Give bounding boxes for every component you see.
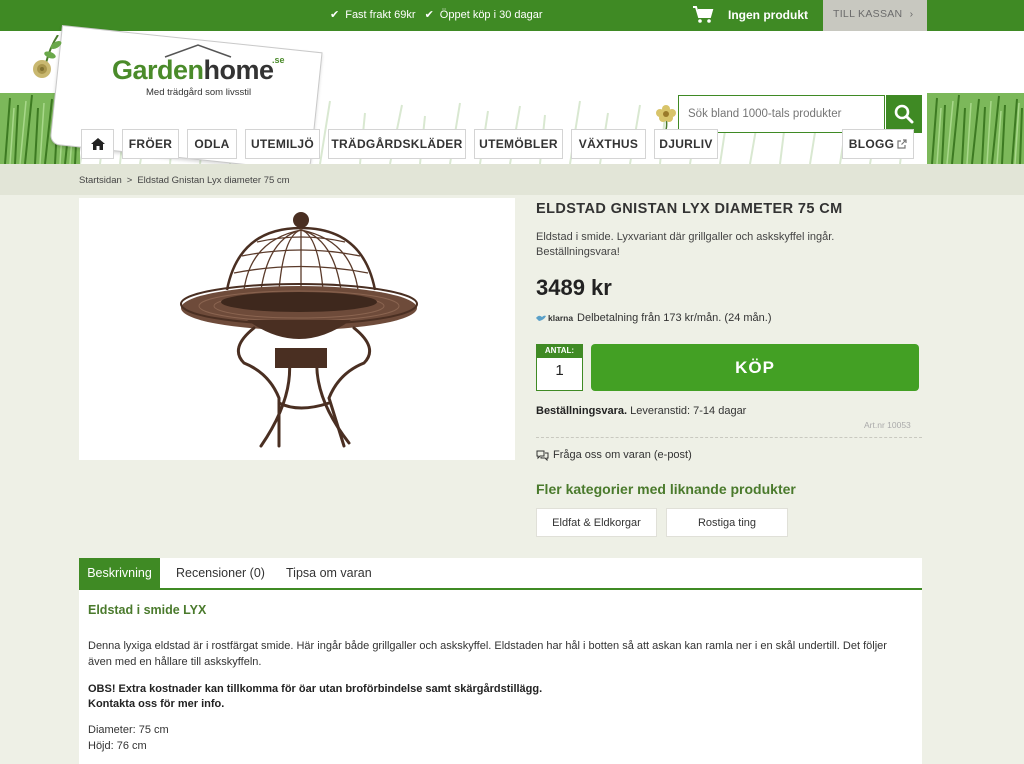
dimension-height: Höjd: 76 cm: [88, 740, 147, 752]
home-icon: [90, 138, 105, 150]
nav-item-utemiljo[interactable]: UTEMILJÖ: [245, 129, 320, 159]
buy-button[interactable]: KÖP: [591, 344, 919, 391]
category-tag-rostiga[interactable]: Rostiga ting: [666, 508, 788, 537]
dimension-diameter: Diameter: 75 cm: [88, 724, 169, 736]
notice-line-2: Kontakta oss för mer info.: [88, 698, 225, 710]
cart-label: Ingen produkt: [728, 8, 808, 22]
tab-tipsa[interactable]: Tipsa om varan: [286, 558, 372, 588]
nav-item-tradgardsklader[interactable]: TRÄDGÅRDSKLÄDER: [328, 129, 466, 159]
product-title: ELDSTAD GNISTAN LYX DIAMETER 75 CM: [536, 201, 843, 217]
product-description: Eldstad i smide. Lyxvariant där grillgal…: [536, 231, 835, 258]
ask-label: Fråga oss om varan (e-post): [553, 449, 692, 461]
nav-item-djurliv[interactable]: DJURLIV: [654, 129, 718, 159]
nav-item-odla[interactable]: ODLA: [187, 129, 237, 159]
breadcrumb-home[interactable]: Startsidan: [79, 175, 122, 186]
tab-beskrivning[interactable]: Beskrivning: [79, 558, 160, 588]
breadcrumb-separator: >: [126, 175, 133, 186]
nav-item-vaxthus[interactable]: VÄXTHUS: [571, 129, 646, 159]
top-bar: ✔ Fast frakt 69kr ✔ Öppet köp i 30 dagar I…: [0, 0, 1024, 31]
chat-bubbles-icon: [536, 450, 549, 461]
nav-home[interactable]: [81, 129, 114, 159]
fire-pit-image: [180, 212, 418, 448]
search-icon: [894, 104, 914, 124]
breadcrumb-current: Eldstad Gnistan Lyx diameter 75 cm: [137, 175, 290, 186]
search-button[interactable]: [886, 95, 922, 133]
logo[interactable]: Gardenhome: [112, 55, 274, 86]
usp-shipping: Fast frakt 69kr: [345, 9, 416, 21]
stock-status: Beställningsvara. Leveranstid: 7-14 daga…: [536, 405, 746, 417]
external-link-icon: [897, 139, 907, 149]
logo-suffix: .se: [272, 55, 285, 65]
stock-status-bold: Beställningsvara.: [536, 405, 628, 417]
tab-underline: [79, 588, 922, 590]
article-number: Art.nr 10053: [864, 420, 911, 430]
breadcrumb: Startsidan > Eldstad Gnistan Lyx diameter …: [79, 175, 290, 186]
checkmark-icon: ✔: [424, 9, 434, 21]
quantity-label: ANTAL:: [536, 344, 583, 358]
checkmark-icon: ✔: [330, 9, 340, 21]
description-paragraph: Denna lyxiga eldstad är i rostfärgat smi…: [88, 640, 887, 668]
klarna-text: Delbetalning från 173 kr/mån. (24 mån.): [577, 312, 772, 324]
cart-icon: [693, 6, 714, 23]
rose-decoration-icon: [33, 35, 62, 78]
chevron-right-icon: ›: [909, 8, 914, 20]
nav-item-utemobler[interactable]: UTEMÖBLER: [474, 129, 563, 159]
usp-return: Öppet köp i 30 dagar: [439, 9, 543, 21]
notice-line-1: OBS! Extra kostnader kan tillkomma för ö…: [88, 683, 543, 695]
checkout-button[interactable]: TILL KASSAN ›: [823, 0, 927, 31]
delivery-time: Leveranstid: 7-14 dagar: [630, 405, 747, 417]
search-input[interactable]: [678, 95, 885, 133]
nav-item-blogg[interactable]: BLOGG: [842, 129, 914, 159]
quantity-value[interactable]: 1: [536, 362, 583, 379]
logo-tagline: Med trädgård som livsstil: [146, 87, 252, 98]
klarna-bird-icon: [536, 315, 546, 321]
product-image[interactable]: [79, 198, 515, 460]
klarna-info: klarna Delbetalning från 173 kr/mån. (24…: [536, 312, 771, 324]
grass-right-decoration: [927, 93, 1024, 164]
divider: [536, 437, 922, 438]
ask-about-product-link[interactable]: Fråga oss om varan (e-post): [536, 449, 692, 461]
cart-button[interactable]: Ingen produkt: [692, 4, 808, 26]
klarna-logo: klarna: [536, 313, 573, 323]
blog-label: BLOGG: [848, 137, 895, 151]
tab-recensioner[interactable]: Recensioner (0): [176, 558, 265, 588]
product-price: 3489 kr: [536, 275, 612, 300]
usp-strip: ✔ Fast frakt 69kr ✔ Öppet köp i 30 dagar: [330, 8, 549, 21]
nav-item-froer[interactable]: FRÖER: [122, 129, 179, 159]
description-heading: Eldstad i smide LYX: [88, 603, 207, 617]
checkout-label: TILL KASSAN: [833, 8, 903, 20]
category-tag-eldfat[interactable]: Eldfat & Eldkorgar: [536, 508, 657, 537]
more-categories-heading: Fler kategorier med liknande produkter: [536, 481, 796, 497]
